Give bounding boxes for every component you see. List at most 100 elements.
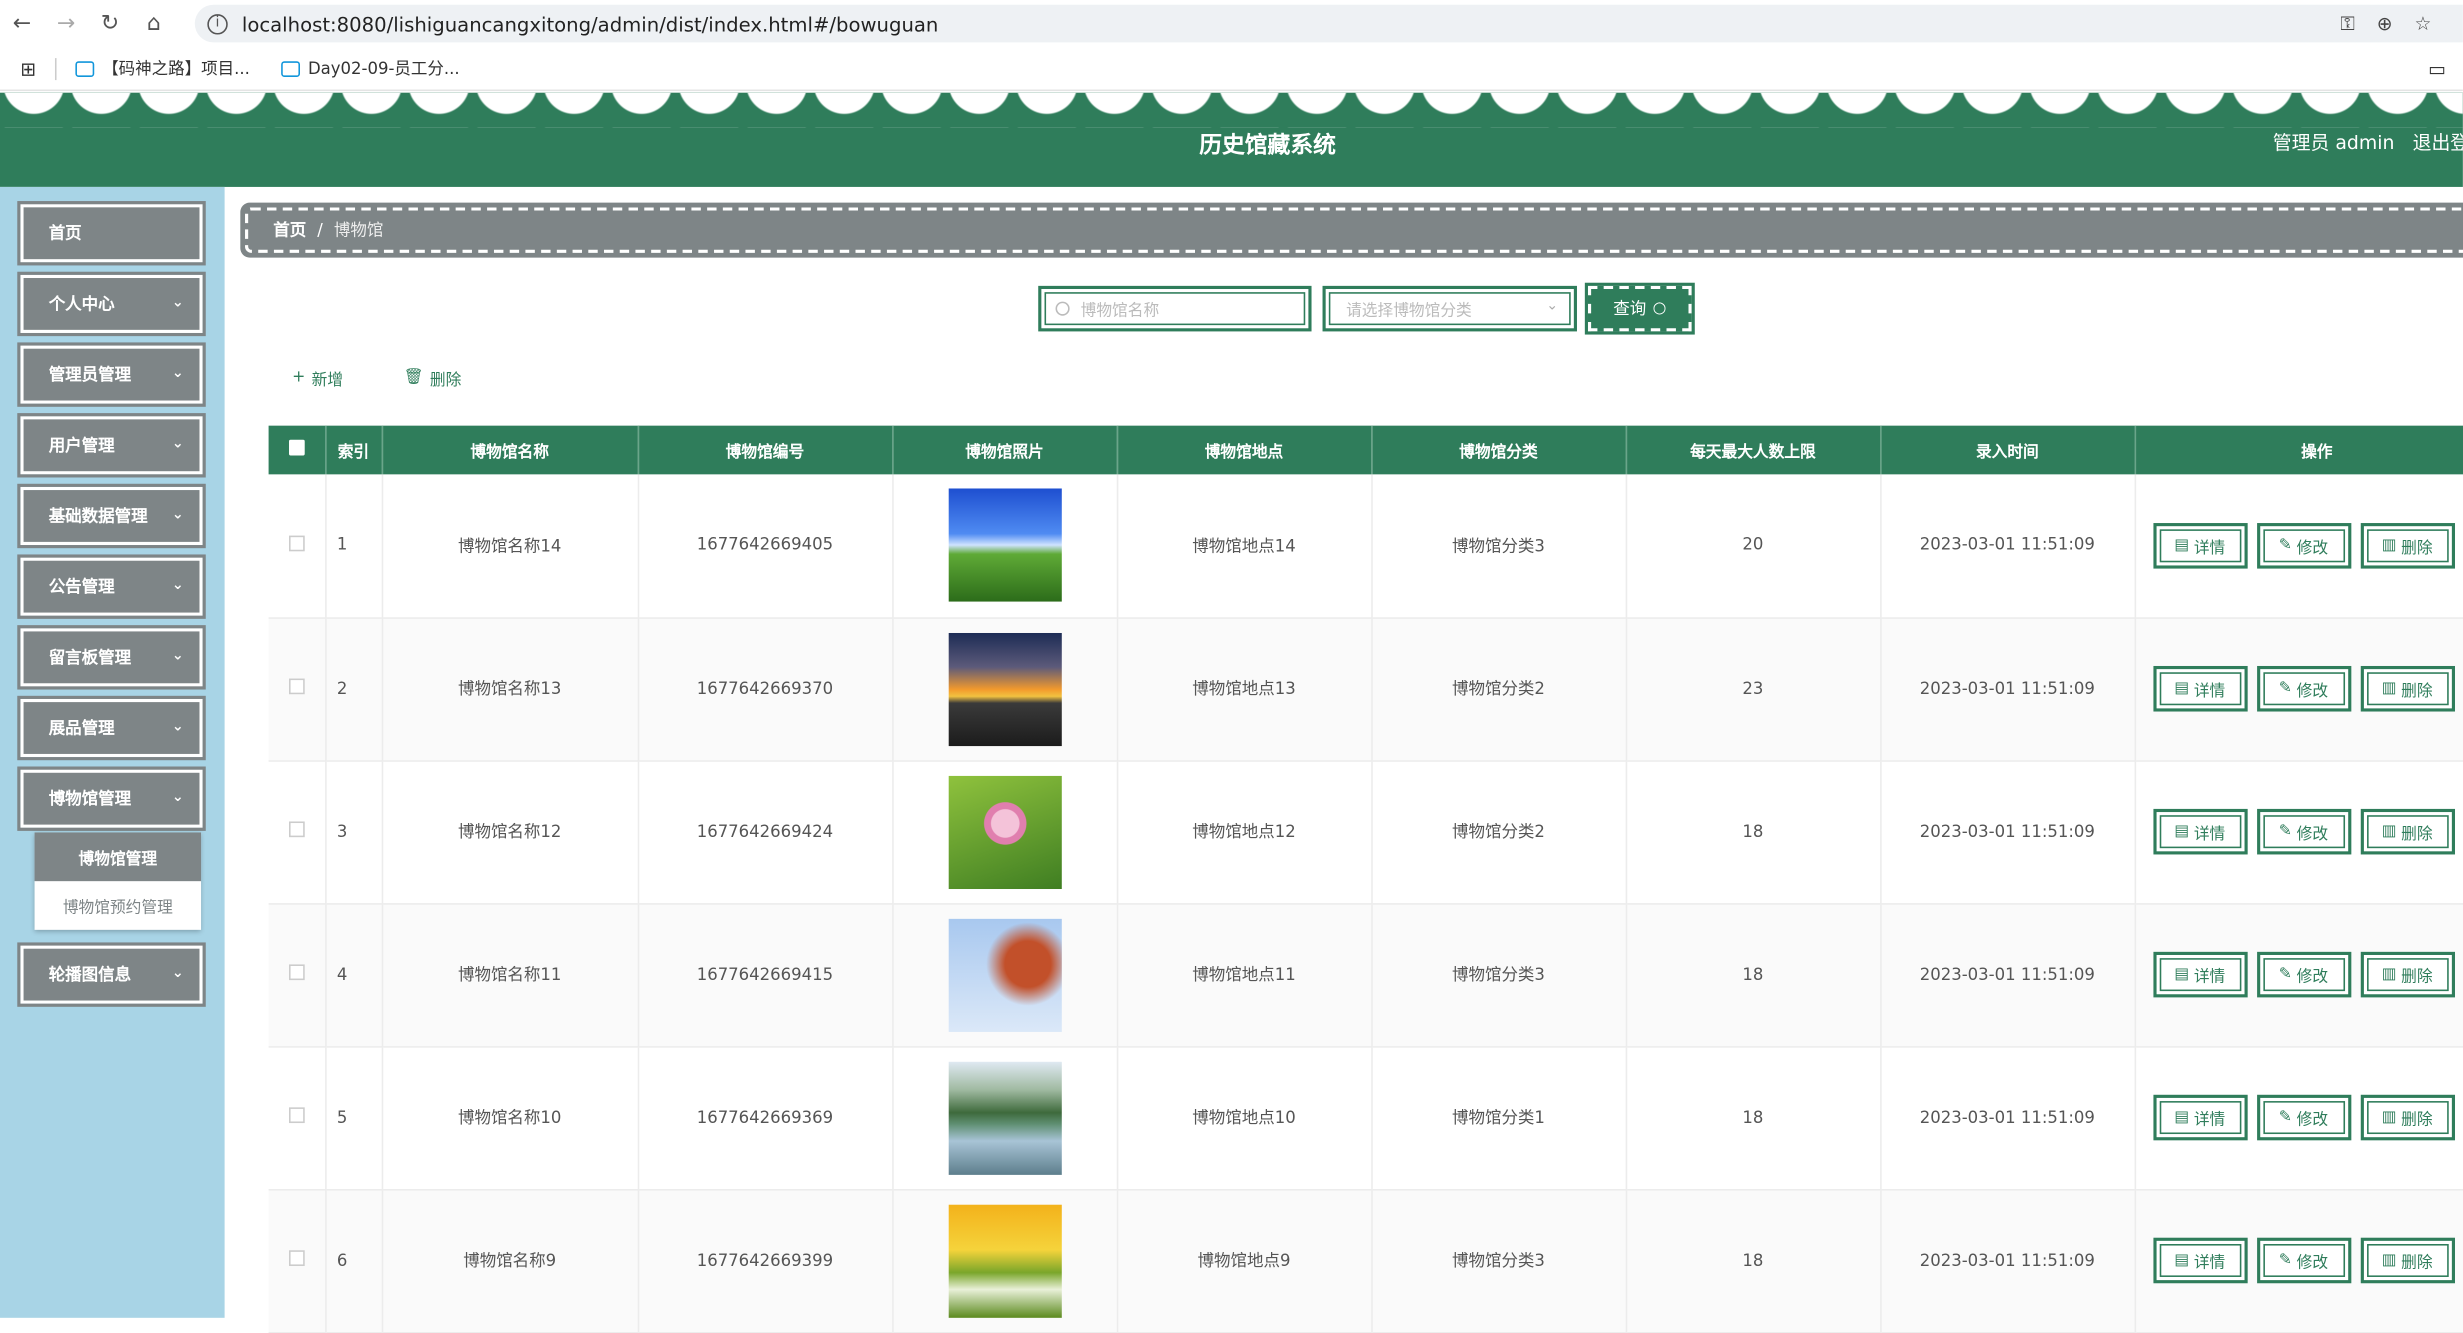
chevron-down-icon: ⌄	[171, 648, 184, 665]
cell-category: 博物馆分类3	[1371, 1189, 1627, 1333]
sidebar-item-museums[interactable]: 博物馆管理 ⌄	[17, 766, 206, 831]
sidebar-item-home[interactable]: 首页	[17, 201, 206, 266]
detail-button[interactable]: ▤ 详情	[2152, 1237, 2247, 1284]
museum-photo[interactable]	[947, 1061, 1062, 1175]
museum-photo[interactable]	[947, 632, 1062, 746]
sidebar-item-profile[interactable]: 个人中心 ⌄	[17, 271, 206, 337]
detail-button[interactable]: ▤ 详情	[2152, 808, 2247, 855]
sidebar-item-label: 轮播图信息	[48, 965, 132, 985]
delete-button[interactable]: ▥ 删除	[2359, 1237, 2455, 1284]
batch-delete-button[interactable]: 🗑 删除	[404, 366, 462, 389]
edit-label: 修改	[2296, 1112, 2329, 1130]
edit-button[interactable]: ✎ 修改	[2256, 1237, 2351, 1284]
museum-name-search-input[interactable]: 博物馆名称	[1038, 285, 1312, 332]
star-icon[interactable]: ☆	[2415, 13, 2432, 35]
zoom-icon[interactable]: ⊕	[2377, 13, 2393, 35]
row-checkbox[interactable]	[268, 1189, 326, 1333]
breadcrumb: 首页 / 博物馆	[240, 202, 2463, 258]
row-checkbox[interactable]	[268, 760, 326, 904]
cell-ops: ▤ 详情 ✎ 修改 ▥ 删除	[2134, 1046, 2463, 1190]
submenu-item-museum-manage[interactable]: 博物馆管理	[34, 832, 202, 882]
chevron-down-icon: ⌄	[171, 578, 184, 594]
museum-photo[interactable]	[947, 1203, 1062, 1318]
sidebar-item-notices[interactable]: 公告管理 ⌄	[17, 554, 206, 619]
select-all-checkbox[interactable]	[268, 425, 326, 475]
cell-name: 博物馆名称10	[381, 1046, 639, 1190]
row-checkbox[interactable]	[268, 1046, 326, 1190]
logout-button[interactable]: 退出登	[2413, 129, 2463, 156]
detail-button[interactable]: ▤ 详情	[2152, 522, 2247, 569]
edit-label: 修改	[2296, 826, 2329, 844]
bookmark-item[interactable]: 【码神之路】项目...	[75, 57, 250, 81]
museum-category-select[interactable]: 请选择博物馆分类 ⌄	[1322, 285, 1577, 332]
key-icon[interactable]: ⚿	[2340, 12, 2354, 36]
cell-max: 18	[1625, 1046, 1881, 1190]
delete-label: 删除	[2401, 539, 2433, 558]
apps-icon[interactable]: ⊞	[20, 57, 36, 79]
delete-button[interactable]: ▥ 删除	[2359, 665, 2455, 712]
delete-button[interactable]: ▥ 删除	[2359, 522, 2455, 569]
sidebar-item-basedata[interactable]: 基础数据管理 ⌄	[17, 483, 206, 549]
edit-button[interactable]: ✎ 修改	[2256, 808, 2351, 855]
forward-icon[interactable]: →	[44, 0, 88, 47]
delete-button[interactable]: ▥ 删除	[2359, 808, 2455, 855]
cell-ops: ▤ 详情 ✎ 修改 ▥ 删除	[2134, 617, 2463, 762]
detail-button[interactable]: ▤ 详情	[2152, 951, 2247, 998]
back-icon[interactable]: ←	[0, 0, 44, 47]
add-label: 新增	[311, 372, 344, 390]
url-text[interactable]: localhost:8080/lishiguancangxitong/admin…	[242, 12, 938, 36]
detail-button[interactable]: ▤ 详情	[2152, 1094, 2247, 1141]
museum-photo[interactable]	[947, 775, 1062, 889]
cell-photo	[892, 760, 1118, 904]
delete-button[interactable]: ▥ 删除	[2359, 951, 2455, 998]
table-row: 4 博物馆名称11 1677642669415 博物馆地点11 博物馆分类3 18 2023…	[268, 903, 2463, 1047]
bookmark-item[interactable]: Day02-09-员工分...	[281, 57, 460, 81]
sidebar-item-admins[interactable]: 管理员管理 ⌄	[17, 342, 206, 407]
column-header: 索引	[325, 425, 383, 475]
column-header: 操作	[2134, 425, 2463, 475]
bookmark-label: Day02-09-员工分...	[307, 59, 460, 79]
edit-button[interactable]: ✎ 修改	[2256, 665, 2351, 712]
edit-button[interactable]: ✎ 修改	[2256, 1094, 2351, 1141]
edit-button[interactable]: ✎ 修改	[2256, 522, 2351, 569]
folder-icon[interactable]: ▭	[2428, 57, 2446, 79]
cell-time: 2023-03-01 11:51:09	[1880, 474, 2136, 619]
bilibili-icon	[281, 60, 301, 77]
cell-category: 博物馆分类2	[1371, 760, 1627, 904]
submenu-item-museum-booking[interactable]: 博物馆预约管理	[35, 881, 201, 930]
cell-photo	[892, 474, 1118, 619]
sidebar-item-messageboard[interactable]: 留言板管理 ⌄	[17, 625, 206, 690]
sidebar-item-carousel[interactable]: 轮播图信息 ⌄	[17, 942, 206, 1007]
museum-table: 索引 博物馆名称 博物馆编号 博物馆照片 博物馆地点 博物馆分类 每天最大人数上…	[268, 425, 2463, 1333]
detail-button[interactable]: ▤ 详情	[2152, 665, 2247, 712]
sidebar-item-users[interactable]: 用户管理 ⌄	[17, 413, 206, 478]
query-button[interactable]: 查询 ○	[1584, 282, 1695, 335]
home-icon[interactable]: ⌂	[132, 0, 176, 47]
museum-photo[interactable]	[947, 488, 1062, 602]
bilibili-icon	[75, 60, 95, 77]
sidebar-item-label: 展品管理	[48, 719, 115, 739]
edit-label: 修改	[2296, 683, 2329, 701]
document-icon: ▤	[2174, 680, 2190, 698]
document-icon: ▤	[2174, 536, 2190, 555]
row-checkbox[interactable]	[268, 903, 326, 1047]
delete-button[interactable]: ▥ 删除	[2359, 1094, 2455, 1141]
detail-label: 详情	[2193, 1112, 2226, 1130]
add-button[interactable]: + 新增	[292, 366, 344, 390]
address-bar[interactable]: i localhost:8080/lishiguancangxitong/adm…	[194, 4, 2463, 43]
table-row: 2 博物馆名称13 1677642669370 博物馆地点13 博物馆分类2 23 2023…	[268, 617, 2463, 762]
site-info-icon[interactable]: i	[207, 13, 228, 34]
reload-icon[interactable]: ↻	[88, 0, 132, 47]
app-header: 历史馆藏系统 管理员 admin 退出登	[0, 92, 2463, 187]
breadcrumb-home[interactable]: 首页	[273, 218, 306, 242]
row-checkbox[interactable]	[268, 474, 326, 619]
cell-name: 博物馆名称11	[381, 903, 639, 1047]
column-header: 博物馆编号	[637, 425, 893, 475]
submenu-museums: 博物馆管理 博物馆预约管理	[34, 832, 202, 930]
museum-photo[interactable]	[947, 918, 1062, 1032]
edit-button[interactable]: ✎ 修改	[2256, 951, 2351, 998]
cell-max: 23	[1625, 617, 1881, 762]
sidebar-item-exhibits[interactable]: 展品管理 ⌄	[17, 695, 206, 761]
cell-photo	[892, 1046, 1118, 1190]
row-checkbox[interactable]	[268, 617, 326, 762]
